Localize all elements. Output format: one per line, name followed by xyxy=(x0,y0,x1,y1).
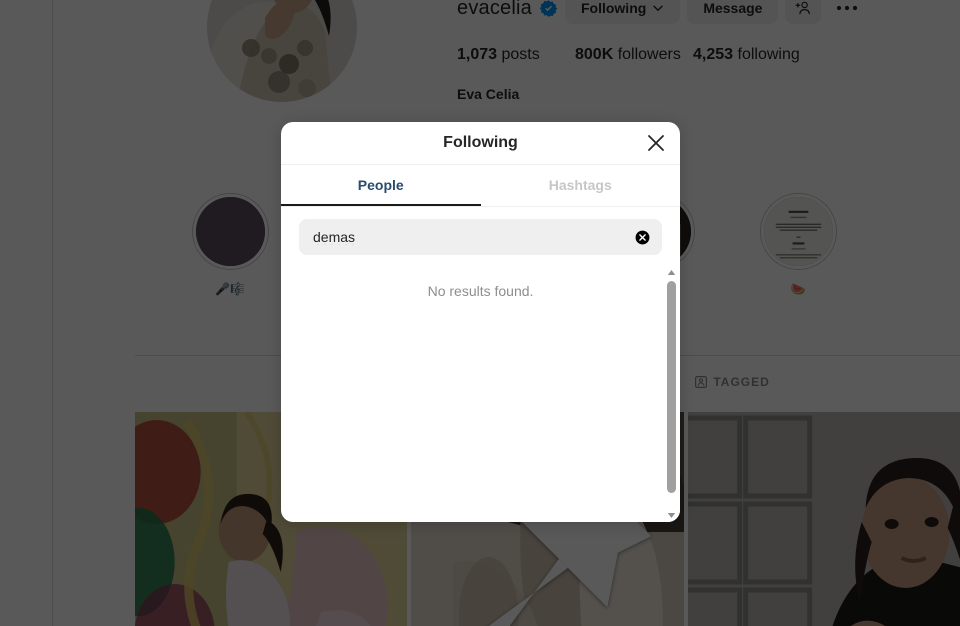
search-input[interactable] xyxy=(299,219,628,255)
search-box xyxy=(299,219,662,255)
tab-people[interactable]: People xyxy=(281,165,481,206)
modal-close-button[interactable] xyxy=(641,128,671,158)
following-modal: Following People Hashtags demas No resul… xyxy=(281,122,680,522)
tab-hashtags[interactable]: Hashtags xyxy=(480,165,680,206)
search-results-area: No results found. xyxy=(281,265,680,522)
scroll-down-arrow-icon xyxy=(667,512,676,518)
scrollbar-down-button[interactable] xyxy=(663,508,680,522)
results-scrollbar[interactable] xyxy=(663,265,680,522)
scrollbar-thumb[interactable] xyxy=(667,281,676,493)
clear-search-button[interactable] xyxy=(628,219,656,255)
empty-state-message: No results found. xyxy=(427,283,534,299)
scroll-up-arrow-icon xyxy=(667,269,676,275)
modal-title: Following xyxy=(443,134,518,151)
close-icon xyxy=(648,135,664,151)
clear-circle-icon xyxy=(635,230,649,244)
scrollbar-up-button[interactable] xyxy=(663,265,680,279)
scrollbar-track[interactable] xyxy=(663,279,680,508)
modal-search-area xyxy=(281,207,680,265)
modal-tabs: People Hashtags xyxy=(281,165,680,207)
modal-header: Following xyxy=(281,122,680,165)
instagram-profile-screen: evacelia Following Message xyxy=(0,0,960,626)
